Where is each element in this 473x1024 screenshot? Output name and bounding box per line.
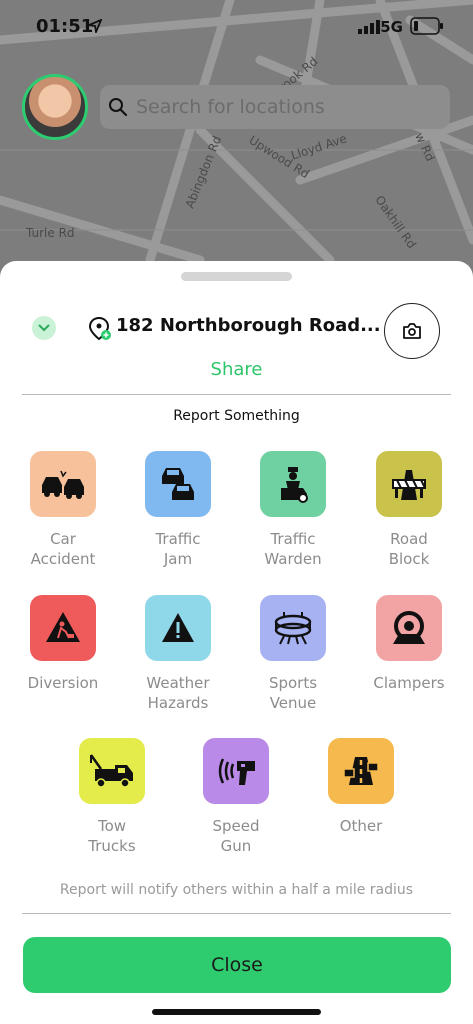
address-title: 182 Northborough Road... — [116, 315, 381, 336]
item-label: Traffic Warden — [264, 530, 322, 568]
item-label: Other — [339, 817, 383, 835]
traffic-jam-icon — [162, 468, 194, 500]
road-block-icon — [392, 470, 426, 500]
tile — [328, 738, 394, 804]
battery-icon — [410, 17, 443, 35]
share-link[interactable]: Share — [0, 359, 473, 380]
traffic-warden-icon — [281, 467, 308, 503]
item-label: Car Accident — [30, 530, 96, 568]
tile — [145, 595, 211, 661]
road-label: Turle Rd — [26, 226, 75, 240]
tile — [203, 738, 269, 804]
report-diversion[interactable]: Diversion — [8, 595, 118, 693]
home-indicator[interactable] — [152, 1009, 321, 1015]
search-icon — [109, 98, 128, 117]
chevron-down-icon — [38, 324, 50, 332]
tile — [260, 451, 326, 517]
status-bar: 01:51 5G — [0, 0, 473, 56]
report-clampers[interactable]: Clampers — [354, 595, 464, 693]
report-road-block[interactable]: Road Block — [354, 451, 464, 569]
tile — [30, 595, 96, 661]
divider — [22, 913, 451, 914]
tile — [260, 595, 326, 661]
notify-note: Report will notify others within a half … — [59, 882, 414, 898]
item-label: Weather Hazards — [146, 674, 210, 712]
item-label: Speed Gun — [212, 817, 260, 855]
clamp-icon — [393, 611, 425, 644]
report-tow-trucks[interactable]: Tow Trucks — [57, 738, 167, 856]
report-traffic-warden[interactable]: Traffic Warden — [238, 451, 348, 569]
status-time: 01:51 — [36, 16, 94, 37]
weather-hazard-icon — [162, 613, 194, 642]
search-input[interactable]: Search for locations — [136, 96, 325, 118]
sheet-grabber[interactable] — [181, 272, 292, 281]
report-weather-hazards[interactable]: Weather Hazards — [123, 595, 233, 713]
close-button[interactable]: Close — [23, 937, 451, 993]
tile — [145, 451, 211, 517]
report-sheet: 182 Northborough Road... Share Report So… — [0, 261, 473, 1024]
collapse-button[interactable] — [32, 316, 56, 340]
report-other[interactable]: Other — [306, 738, 416, 836]
report-sports-venue[interactable]: Sports Venue — [238, 595, 348, 713]
camera-button[interactable] — [384, 303, 440, 359]
search-bar[interactable]: Search for locations — [100, 85, 450, 129]
speed-gun-icon — [218, 758, 255, 785]
item-label: Sports Venue — [268, 674, 318, 712]
diversion-icon — [46, 612, 80, 642]
network-type: 5G — [380, 18, 403, 36]
signal-icon — [358, 20, 380, 34]
location-pin-icon — [88, 316, 111, 341]
item-label: Road Block — [388, 530, 430, 568]
tow-truck-icon — [89, 754, 133, 788]
item-label: Diversion — [27, 674, 99, 692]
tile — [376, 451, 442, 517]
item-label: Clampers — [373, 674, 445, 692]
item-label: Traffic Jam — [155, 530, 201, 568]
item-label: Tow Trucks — [88, 817, 136, 855]
sports-venue-icon — [274, 612, 312, 645]
section-title: Report Something — [173, 408, 300, 424]
report-speed-gun[interactable]: Speed Gun — [181, 738, 291, 856]
tile — [376, 595, 442, 661]
car-accident-icon — [42, 470, 84, 499]
location-arrow-icon — [88, 19, 102, 33]
report-traffic-jam[interactable]: Traffic Jam — [123, 451, 233, 569]
report-car-accident[interactable]: Car Accident — [8, 451, 118, 569]
avatar[interactable] — [22, 74, 88, 140]
tile — [79, 738, 145, 804]
camera-icon — [403, 323, 421, 339]
road-icon — [343, 757, 379, 785]
tile — [30, 451, 96, 517]
divider — [22, 394, 451, 395]
